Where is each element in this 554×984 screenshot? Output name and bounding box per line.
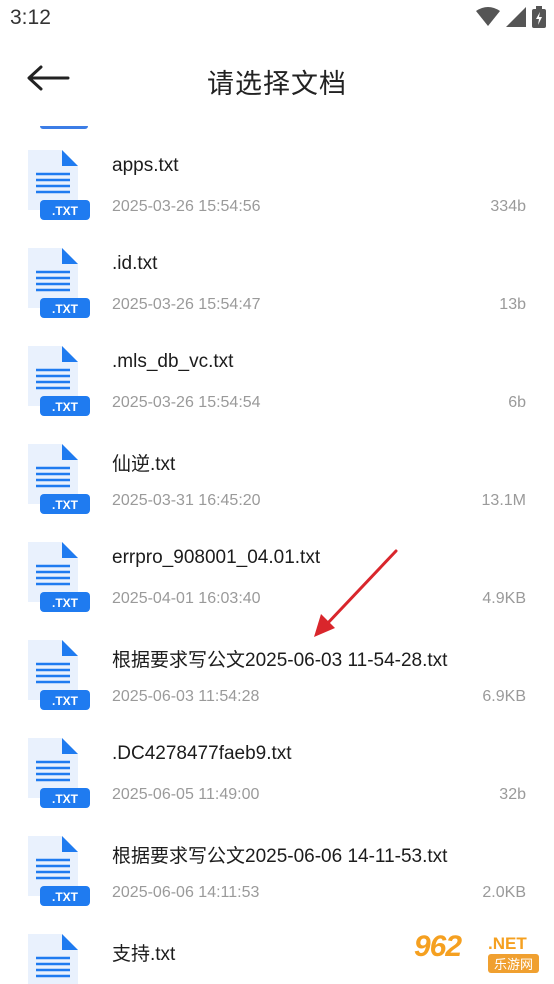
file-size: 13.1M xyxy=(481,492,526,509)
watermark-sub: 乐游网 xyxy=(488,954,540,973)
status-bar: 3:12 xyxy=(0,0,554,38)
txt-badge: .TXT xyxy=(52,596,79,610)
watermark-logo: 962 .NET 乐游网 xyxy=(414,930,546,980)
status-time: 3:12 xyxy=(10,6,51,29)
txt-file-icon: .TXT xyxy=(26,736,90,808)
txt-badge: .TXT xyxy=(52,890,79,904)
file-date: 2025-03-31 16:45:20 xyxy=(112,492,261,509)
signal-icon xyxy=(506,7,526,32)
file-size: 4.9KB xyxy=(482,590,526,607)
txt-file-icon: .TXT xyxy=(26,344,90,416)
txt-file-icon: .TXT xyxy=(26,638,90,710)
txt-file-icon: .TXT xyxy=(26,932,90,984)
file-size: 2.0KB xyxy=(482,884,526,901)
status-icons xyxy=(476,6,546,33)
battery-icon xyxy=(532,6,546,33)
txt-file-icon: .TXT xyxy=(26,148,90,220)
file-size: 13b xyxy=(499,296,526,313)
txt-badge: .TXT xyxy=(52,694,79,708)
file-date: 2025-03-26 15:54:56 xyxy=(112,198,261,215)
file-row[interactable]: .TXT 根据要求写公文2025-06-03 11-54-28.txt 2025-0… xyxy=(0,612,554,710)
file-row[interactable]: .TXT .mls_db_vc.txt 2025-03-26 15:54:54 6b xyxy=(0,318,554,416)
file-row[interactable]: .TXT errpro_908001_04.01.txt 2025-04-01 16… xyxy=(0,514,554,612)
page-title: 请选择文档 xyxy=(207,69,347,99)
txt-badge: .TXT xyxy=(52,302,79,316)
watermark-brand: 962 xyxy=(414,930,462,963)
wifi-icon xyxy=(476,7,500,32)
file-size: 334b xyxy=(490,198,526,215)
file-date: 2025-03-26 15:54:54 xyxy=(112,394,261,411)
file-row[interactable]: .TXT .DC4278477faeb9.txt 2025-06-05 11:49:… xyxy=(0,710,554,808)
txt-file-icon: .TXT xyxy=(26,834,90,906)
file-date: 2025-04-01 16:03:40 xyxy=(112,590,261,607)
file-date: 2025-03-26 15:54:47 xyxy=(112,296,261,313)
file-name: 根据要求写公文2025-06-03 11-54-28.txt xyxy=(112,650,448,671)
file-size: 32b xyxy=(499,786,526,803)
txt-badge: .TXT xyxy=(52,400,79,414)
txt-file-icon: .TXT xyxy=(26,442,90,514)
file-name: .DC4278477faeb9.txt xyxy=(112,743,292,764)
file-name: 根据要求写公文2025-06-06 14-11-53.txt xyxy=(112,846,448,867)
file-name: .id.txt xyxy=(112,253,158,274)
file-name: .mls_db_vc.txt xyxy=(112,351,234,372)
txt-badge: .TXT xyxy=(52,204,79,218)
file-row[interactable]: .TXT apps.txt 2025-03-26 15:54:56 334b xyxy=(0,122,554,220)
txt-file-icon: .TXT xyxy=(26,540,90,612)
file-row[interactable]: .TXT 根据要求写公文2025-06-06 14-11-53.txt 2025-0… xyxy=(0,808,554,906)
app-bar: 请选择文档 xyxy=(0,38,554,122)
file-date: 2025-06-06 14:11:53 xyxy=(112,884,260,901)
file-name: apps.txt xyxy=(112,155,179,176)
txt-badge: .TXT xyxy=(52,498,79,512)
file-name: errpro_908001_04.01.txt xyxy=(112,547,321,568)
file-date: 2025-06-03 11:54:28 xyxy=(112,688,260,705)
file-name: 支持.txt xyxy=(112,944,176,965)
txt-file-icon: .TXT xyxy=(26,246,90,318)
file-list[interactable]: .TXT apps.txt 2025-03-26 15:54:56 334b .TXT.… xyxy=(0,122,554,984)
file-name: 仙逆.txt xyxy=(112,454,176,475)
file-row[interactable]: .TXT 仙逆.txt 2025-03-31 16:45:20 13.1M xyxy=(0,416,554,514)
file-size: 6b xyxy=(508,394,526,411)
watermark-suffix: .NET xyxy=(488,934,527,953)
file-date: 2025-06-05 11:49:00 xyxy=(112,786,260,803)
file-row[interactable]: .TXT .id.txt 2025-03-26 15:54:47 13b xyxy=(0,220,554,318)
txt-badge: .TXT xyxy=(52,792,79,806)
file-size: 6.9KB xyxy=(482,688,526,705)
